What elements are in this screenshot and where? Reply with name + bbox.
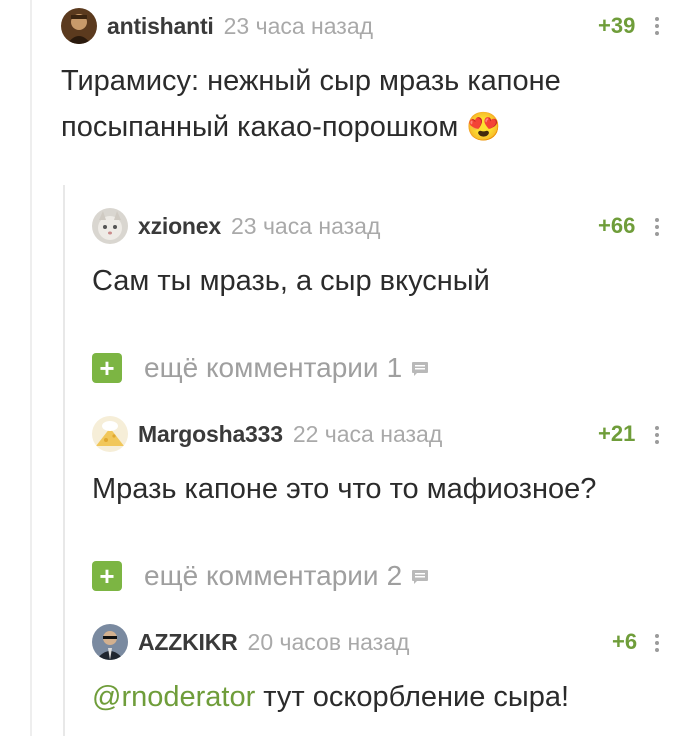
comment-text: Тирамису: нежный сыр мразь капоне посыпа… bbox=[61, 58, 661, 150]
comment-text: @rnoderator тут оскорбление сыра! bbox=[92, 674, 569, 720]
username[interactable]: antishanti bbox=[107, 13, 214, 40]
more-comments-button[interactable]: + ещё комментарии 1 bbox=[92, 352, 429, 384]
more-comments-label: ещё комментарии bbox=[144, 560, 379, 591]
timestamp[interactable]: 23 часа назад bbox=[231, 213, 380, 240]
comment-bubble-icon bbox=[412, 569, 429, 584]
thread-line-root bbox=[30, 0, 32, 736]
timestamp[interactable]: 20 часов назад bbox=[248, 629, 410, 656]
username[interactable]: AZZKIKR bbox=[138, 629, 238, 656]
more-comments-count: 2 bbox=[386, 560, 403, 591]
rating: +6 bbox=[612, 629, 638, 654]
comment-body: тут оскорбление сыра! bbox=[255, 681, 570, 713]
user-mention-link[interactable]: @rnoderator bbox=[92, 681, 255, 713]
rating: +39 bbox=[598, 13, 636, 38]
comment-text: Мразь капоне это что то мафиозное? bbox=[92, 473, 597, 505]
avatar[interactable] bbox=[92, 208, 128, 244]
plus-icon: + bbox=[92, 353, 122, 383]
more-options-icon[interactable] bbox=[655, 17, 659, 35]
rating: +66 bbox=[598, 213, 636, 238]
comment-header: xzionex 23 часа назад bbox=[92, 208, 380, 244]
comment-header: Margosha333 22 часа назад bbox=[92, 416, 442, 452]
avatar[interactable] bbox=[92, 416, 128, 452]
comment-header: AZZKIKR 20 часов назад bbox=[92, 624, 409, 660]
more-comments-label: ещё комментарии bbox=[144, 352, 379, 383]
more-options-icon[interactable] bbox=[655, 634, 659, 652]
comment-bubble-icon bbox=[412, 361, 429, 376]
comment-header: antishanti 23 часа назад bbox=[61, 8, 373, 44]
avatar[interactable] bbox=[92, 624, 128, 660]
plus-icon: + bbox=[92, 561, 122, 591]
heart-eyes-emoji-icon: 😍 bbox=[466, 111, 502, 142]
rating: +21 bbox=[598, 421, 636, 446]
more-comments-button[interactable]: + ещё комментарии 2 bbox=[92, 560, 429, 592]
avatar[interactable] bbox=[61, 8, 97, 44]
username[interactable]: xzionex bbox=[138, 213, 221, 240]
thread-line-nested bbox=[63, 185, 65, 736]
comment-text: Сам ты мразь, а сыр вкусный bbox=[92, 265, 490, 297]
more-options-icon[interactable] bbox=[655, 218, 659, 236]
timestamp[interactable]: 22 часа назад bbox=[293, 421, 442, 448]
more-options-icon[interactable] bbox=[655, 426, 659, 444]
timestamp[interactable]: 23 часа назад bbox=[224, 13, 373, 40]
username[interactable]: Margosha333 bbox=[138, 421, 283, 448]
more-comments-count: 1 bbox=[386, 352, 403, 383]
